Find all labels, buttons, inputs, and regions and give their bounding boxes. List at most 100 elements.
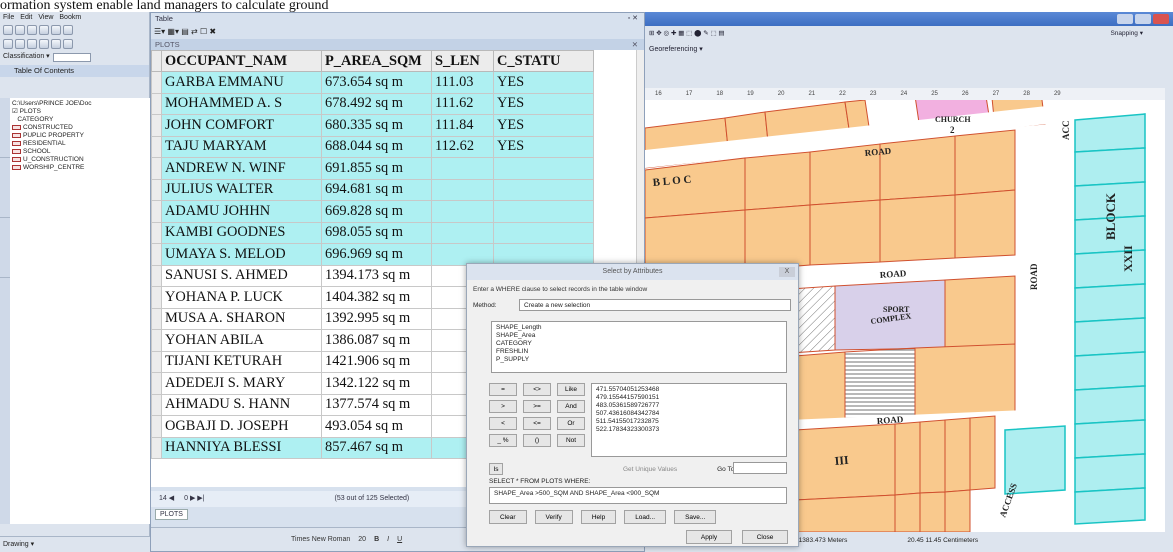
row-selector[interactable] [151, 264, 162, 287]
value-item[interactable]: 479.15544157590151 [596, 394, 782, 402]
full-extent-icon[interactable] [39, 39, 49, 49]
minimize-button[interactable] [1117, 14, 1133, 24]
snapping-menu[interactable]: Snapping ▾ [1110, 26, 1143, 42]
side-tab-arctoolbox[interactable] [0, 158, 10, 218]
op-parens-button[interactable]: () [523, 434, 551, 447]
table-row[interactable]: JULIUS WALTER 694.681 sq m [151, 178, 594, 201]
clear-selection-icon[interactable]: ☐ [200, 27, 207, 36]
menu-edit[interactable]: Edit [20, 12, 32, 23]
op-and-button[interactable]: And [557, 400, 585, 413]
switch-selection-icon[interactable]: ⇄ [191, 27, 198, 36]
italic-button[interactable]: I [387, 528, 389, 551]
pan-icon[interactable] [27, 39, 37, 49]
underline-button[interactable]: U [397, 528, 402, 551]
op-like-button[interactable]: Like [557, 383, 585, 396]
row-selector[interactable] [151, 114, 162, 137]
column-header-occupant[interactable]: OCCUPANT_NAM [161, 50, 322, 72]
cut-icon[interactable] [51, 25, 61, 35]
copy-icon[interactable] [63, 25, 73, 35]
menu-view[interactable]: View [38, 12, 53, 23]
close-button[interactable] [1153, 14, 1169, 24]
row-selector[interactable] [151, 307, 162, 330]
method-dropdown[interactable]: Create a new selection [519, 299, 791, 311]
table-row[interactable]: JOHN COMFORT 680.335 sq m 111.84 YES [151, 114, 594, 137]
value-item[interactable]: 522.17834323300373 [596, 426, 782, 434]
go-to-input[interactable] [733, 462, 787, 474]
op-equals-button[interactable]: = [489, 383, 517, 396]
font-size-dropdown[interactable]: 20 [358, 528, 366, 551]
drawing-menu[interactable]: Drawing ▾ [3, 541, 34, 548]
op-less-button[interactable]: < [489, 417, 517, 430]
field-item[interactable]: CATEGORY [496, 340, 782, 348]
table-row[interactable]: TAJU MARYAM 688.044 sq m 112.62 YES [151, 135, 594, 158]
sql-expression-box[interactable]: SHAPE_Area >500_SQM AND SHAPE_Area <900_… [489, 487, 787, 504]
row-selector[interactable] [151, 415, 162, 438]
op-wildcard-button[interactable]: _ % [489, 434, 517, 447]
table-row[interactable]: GARBA EMMANU 673.654 sq m 111.03 YES [151, 71, 594, 94]
dialog-close-button[interactable]: X [779, 267, 795, 277]
row-selector[interactable] [151, 135, 162, 158]
op-is-button[interactable]: Is [489, 463, 503, 475]
help-button[interactable]: Help [580, 510, 617, 524]
column-header-area[interactable]: P_AREA_SQM [321, 50, 432, 72]
delete-selected-icon[interactable]: ✖ [209, 27, 216, 36]
row-selector[interactable] [151, 200, 162, 223]
op-less-equal-button[interactable]: <= [523, 417, 551, 430]
column-header-length[interactable]: S_LEN [431, 50, 494, 72]
georeferencing-menu[interactable]: Georeferencing ▾ [649, 46, 703, 53]
classification-dropdown[interactable] [52, 52, 91, 62]
unique-values-list[interactable]: 471.55704051253468 479.15544157590151 48… [591, 383, 787, 457]
table-row[interactable]: ADAMU JOHHN 669.828 sq m [151, 200, 594, 223]
apply-button[interactable]: Apply [686, 530, 732, 544]
tools-icons[interactable]: ⊞ ✥ ◎ ✚ ▦ ⬚ ⬤ ✎ ⬚ ▤ [649, 26, 725, 42]
window-controls[interactable]: ▫ ✕ [628, 13, 638, 25]
zoom-out-icon[interactable] [15, 39, 25, 49]
row-selector[interactable] [151, 157, 162, 180]
field-item[interactable]: FRESHLIN [496, 348, 782, 356]
save-icon[interactable] [27, 25, 37, 35]
row-selector[interactable] [151, 221, 162, 244]
close-table-icon[interactable]: ✕ [632, 39, 638, 50]
menu-bookmarks[interactable]: Bookm [59, 12, 81, 23]
value-item[interactable]: 483.05361589726777 [596, 402, 782, 410]
row-selector[interactable] [151, 243, 162, 266]
select-icon[interactable] [51, 39, 61, 49]
bold-button[interactable]: B [374, 528, 379, 551]
get-unique-values-button[interactable]: Get Unique Values [623, 466, 677, 473]
row-selector[interactable] [151, 393, 162, 416]
op-or-button[interactable]: Or [557, 417, 585, 430]
row-selector[interactable] [151, 350, 162, 373]
load-button[interactable]: Load... [624, 510, 667, 524]
value-item[interactable]: 511.54155017232875 [596, 418, 782, 426]
zoom-in-icon[interactable] [3, 39, 13, 49]
table-options-icon[interactable]: ☰▾ [154, 27, 165, 36]
table-row[interactable]: ANDREW N. WINF 691.855 sq m [151, 157, 594, 180]
row-selector[interactable] [151, 286, 162, 309]
side-tab-catalog[interactable] [0, 218, 10, 278]
table-row[interactable]: UMAYA S. MELOD 696.969 sq m [151, 243, 594, 266]
value-item[interactable]: 471.55704051253468 [596, 386, 782, 394]
toc-layer-plots[interactable]: ☑ PLOTS [12, 108, 148, 116]
op-not-button[interactable]: Not [557, 434, 585, 447]
field-item[interactable]: P_SUPPLY [496, 356, 782, 364]
column-header-status[interactable]: C_STATU [493, 50, 594, 72]
row-selector[interactable] [151, 92, 162, 115]
maximize-button[interactable] [1135, 14, 1151, 24]
op-greater-button[interactable]: > [489, 400, 517, 413]
value-item[interactable]: 507.43616084342784 [596, 410, 782, 418]
close-dialog-button[interactable]: Close [742, 530, 788, 544]
table-tab-plots[interactable]: PLOTS [155, 509, 188, 520]
op-greater-equal-button[interactable]: >= [523, 400, 551, 413]
new-icon[interactable] [3, 25, 13, 35]
select-by-attributes-icon[interactable]: ▤ [181, 27, 189, 36]
print-icon[interactable] [39, 25, 49, 35]
op-not-equals-button[interactable]: <> [523, 383, 551, 396]
table-row[interactable]: KAMBI GOODNES 698.055 sq m [151, 221, 594, 244]
nav-next-button[interactable]: 0 ▶ ▶| [184, 491, 204, 507]
fields-list[interactable]: SHAPE_Length SHAPE_Area CATEGORY FRESHLI… [491, 321, 787, 373]
related-tables-icon[interactable]: ▦▾ [167, 27, 179, 36]
field-item[interactable]: SHAPE_Length [496, 324, 782, 332]
save-button[interactable]: Save... [674, 510, 717, 524]
nav-first-button[interactable]: 14 ◀ [159, 491, 174, 507]
row-selector[interactable] [151, 372, 162, 395]
